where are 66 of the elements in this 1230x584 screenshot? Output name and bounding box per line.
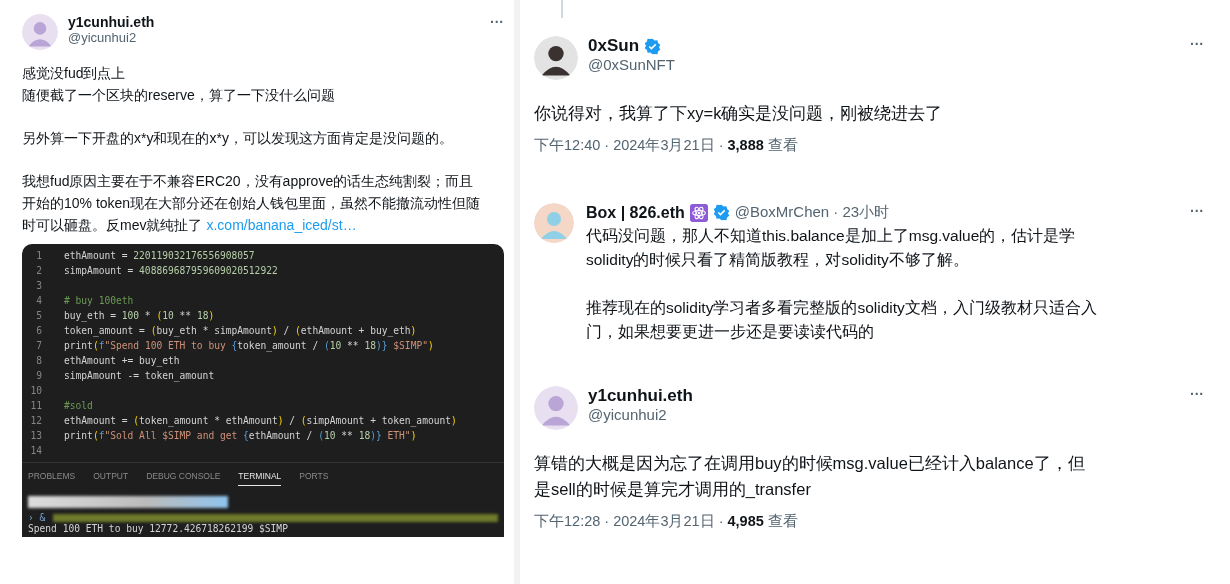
tweet-text: 门，如果想要更进一步还是要读读代码的 (586, 322, 875, 342)
tweet-text: 算错的大概是因为忘了在调用buy的时候msg.value已经计入balance了，但 (534, 453, 1086, 474)
code-line: buy_eth = 100 * (10 ** 18) (64, 309, 215, 323)
verified-badge-icon (644, 37, 662, 55)
panel-tab[interactable]: DEBUG CONSOLE (146, 469, 221, 486)
code-line: print(f"Spend 100 ETH to buy {token_amount / (10 ** 18)} $SIMP") (64, 339, 434, 353)
line-number: 7 (35, 339, 43, 353)
line-number: 12 (29, 414, 43, 428)
line-number: 3 (35, 279, 43, 293)
tweet-meta: 下午12:28 · 2024年3月21日 · 4,985 查看 (534, 512, 799, 531)
avatar (534, 203, 574, 243)
tweet-text: 感觉没fud到点上 (22, 64, 127, 83)
tweet-text: 另外算一下开盘的x*y和现在的x*y，可以发现这方面肯定是没问题的。 (22, 129, 454, 148)
author-name[interactable]: 0xSun (588, 36, 640, 56)
line-number: 9 (35, 369, 43, 383)
code-line: token_amount = (buy_eth * simpAmount) / (ethAmount + buy_eth) (64, 324, 417, 338)
code-line: ethAmount = 220119032176556908057 (64, 249, 255, 263)
code-line: simpAmount -= token_amount (64, 369, 215, 383)
panel-tab[interactable]: OUTPUT (93, 469, 129, 486)
line-number: 11 (29, 399, 43, 413)
more-button[interactable]: ··· (486, 14, 508, 30)
code-line: ethAmount += buy_eth (64, 354, 180, 368)
author-name[interactable]: Box | 826.eth (586, 203, 685, 222)
author-handle[interactable]: @0xSunNFT (588, 56, 1176, 73)
more-button[interactable]: ··· (1186, 36, 1208, 52)
avatar (534, 36, 578, 80)
line-number: 6 (35, 324, 43, 338)
code-line: #sold (64, 399, 93, 413)
tweet-text: 代码没问题，那人不知道this.balance是加上了msg.value的，估计是学 (586, 226, 1077, 246)
more-button[interactable]: ··· (1186, 386, 1208, 402)
line-number: 10 (29, 384, 43, 398)
tweet-text: solidity的时候只看了精简版教程，对solidity不够了解。 (586, 250, 970, 270)
avatar (22, 14, 58, 50)
terminal-output: Spend 100 ETH to buy 12772.426718262199 $SIMP (28, 523, 289, 535)
line-number: 5 (35, 309, 43, 323)
code-line: ethAmount = (token_amount * ethAmount) / (simpAmount + token_amount) (64, 414, 457, 428)
author-handle[interactable]: @yicunhui2 (588, 406, 1176, 423)
tweet-text: 时可以砸盘。反mev就纯扯了 x.com/banana_iced/st… (22, 216, 358, 235)
verified-badge-icon (712, 204, 730, 221)
terminal-prompt: › & (28, 512, 46, 523)
tweet-text: 是sell的时候是算完才调用的_transfer (534, 479, 812, 500)
tweet-text: 随便截了一个区块的reserve，算了一下没什么问题 (22, 86, 336, 105)
line-number: 13 (29, 429, 43, 443)
code-line: simpAmount = 408869687959609020512922 (64, 264, 278, 278)
author-handle[interactable]: @BoxMrChen · 23小时 (734, 203, 890, 222)
code-line: print(f"Sold All $SIMP and get {ethAmount / (10 ** 18)} ETH") (64, 429, 417, 443)
tweet-text: 开始的10% token现在大部分还在创始人钱包里面，虽然不能撤流动性但随 (22, 194, 482, 213)
panel-tab[interactable]: PORTS (299, 469, 329, 486)
line-number: 1 (35, 249, 43, 263)
line-number: 8 (35, 354, 43, 368)
line-number: 14 (29, 444, 43, 458)
code-line: # buy 100eth (64, 294, 134, 308)
author-name[interactable]: y1cunhui.eth (588, 386, 693, 406)
tweet-text: 你说得对，我算了下xy=k确实是没问题，刚被绕进去了 (534, 103, 944, 124)
panel-tab[interactable]: TERMINAL (238, 469, 282, 486)
atom-icon (689, 203, 708, 222)
line-number: 4 (35, 294, 43, 308)
author-name[interactable]: y1cunhui.eth (68, 14, 155, 30)
tweet-meta: 下午12:40 · 2024年3月21日 · 3,888 查看 (534, 136, 799, 155)
author-handle[interactable]: @yicunhui2 (68, 30, 476, 45)
tweet-text: 推荐现在的solidity学习者多看完整版的solidity文档，入门级教材只适合入 (586, 298, 1098, 318)
panel-tab[interactable]: PROBLEMS (28, 469, 76, 486)
more-button[interactable]: ··· (1186, 203, 1208, 219)
tweet-text: 我想fud原因主要在于不兼容ERC20，没有approve的话生态纯割裂；而且 (22, 172, 475, 191)
avatar (534, 386, 578, 430)
line-number: 2 (35, 264, 43, 278)
